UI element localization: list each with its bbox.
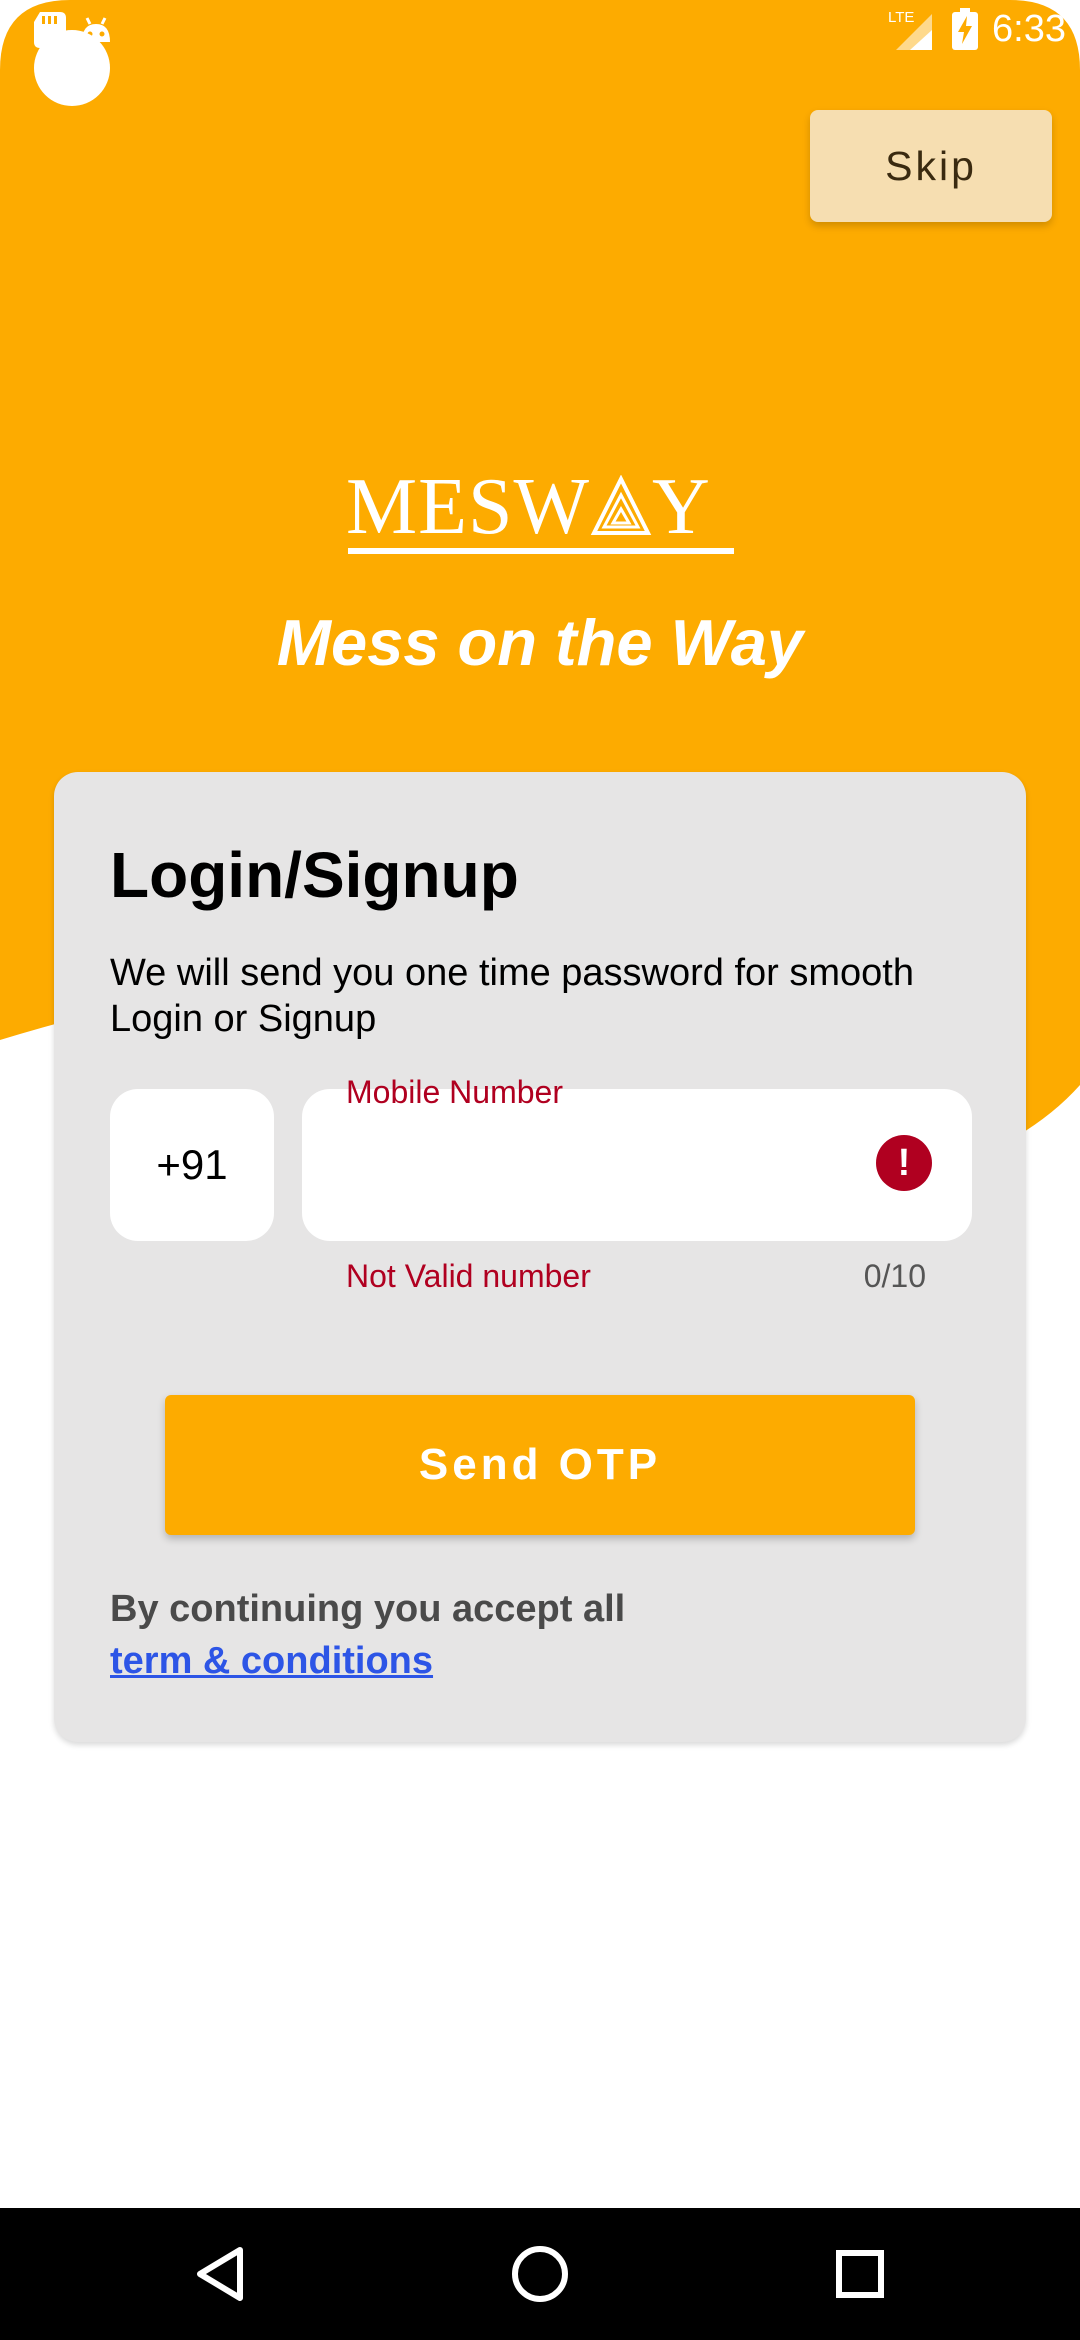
card-title: Login/Signup [110, 839, 519, 911]
login-screen: LTE 6:33 Skip MESW Y Mess on the Way Log… [0, 0, 1080, 2340]
terms-prefix: By continuing you accept all [110, 1588, 626, 1630]
status-bar: LTE 6:33 [0, 0, 1080, 68]
logo-triangle-icon [590, 474, 652, 535]
avatar [34, 30, 110, 106]
send-otp-button[interactable]: Send OTP [165, 1395, 915, 1535]
navigation-bar [0, 2208, 1080, 2340]
card-description: We will send you one time password for s… [110, 952, 914, 1040]
logo-underline [348, 548, 734, 554]
tagline: Mess on the Way [276, 606, 804, 679]
login-card: Login/Signup We will send you one time p… [54, 772, 1026, 1742]
recents-button[interactable] [800, 2208, 920, 2340]
skip-button[interactable]: Skip [810, 110, 1052, 222]
status-right: LTE 6:33 [888, 6, 1066, 52]
clock: 6:33 [992, 7, 1066, 50]
svg-text:LTE: LTE [888, 9, 914, 26]
mobile-number-field[interactable] [346, 1137, 886, 1197]
home-icon [512, 2246, 568, 2302]
back-icon [197, 2247, 243, 2301]
error-icon: ! [876, 1135, 932, 1191]
terms-link[interactable]: term & conditions [110, 1640, 433, 1683]
back-button[interactable] [160, 2208, 280, 2340]
country-code-selector[interactable]: +91 [110, 1089, 274, 1241]
recents-icon [836, 2250, 884, 2298]
app-logo: MESW Y [346, 462, 736, 562]
error-message: Not Valid number [346, 1258, 591, 1294]
mobile-number-label: Mobile Number [346, 1074, 563, 1110]
character-counter: 0/10 [863, 1258, 926, 1294]
battery-charging-icon [952, 8, 979, 50]
logo-text: MESW Y [346, 463, 711, 551]
home-button[interactable] [480, 2208, 600, 2340]
signal-icon: LTE [888, 9, 933, 50]
mobile-number-input[interactable] [302, 1089, 972, 1241]
